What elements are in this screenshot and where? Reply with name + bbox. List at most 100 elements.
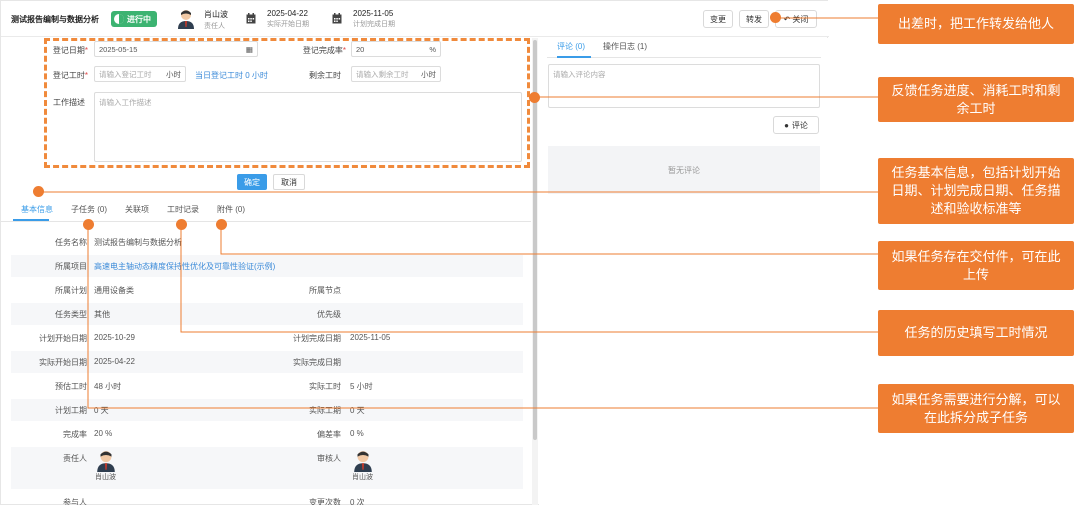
info-key: 计划完成日期 bbox=[293, 334, 341, 343]
right-pane: 评论 (0) 操作日志 (1) 请输入评论内容 ● 评论 暂无评论 bbox=[539, 38, 829, 505]
tab-active-indicator bbox=[557, 56, 591, 58]
owner-name: 肖山波 bbox=[204, 10, 228, 19]
info-key: 实际完成日期 bbox=[293, 358, 341, 367]
comment-input[interactable]: 请输入评论内容 bbox=[548, 64, 820, 108]
info-row: 完成率 20 % 偏差率 0 % bbox=[11, 423, 523, 445]
reg-date-label: 登记日期* bbox=[52, 46, 88, 55]
owner-person-name: 肖山波 bbox=[95, 474, 116, 481]
tab-subtasks[interactable]: 子任务 (0) bbox=[71, 204, 107, 215]
end-date-meta: 2025-11-05 计划完成日期 bbox=[353, 9, 395, 29]
info-key: 预估工时 bbox=[55, 382, 87, 391]
reviewer-person-name: 肖山波 bbox=[352, 474, 373, 481]
transfer-button[interactable]: 转发 bbox=[739, 10, 769, 28]
info-value: 2025-11-05 bbox=[350, 333, 391, 342]
remain-hours-field[interactable]: 请输入剩余工时 小时 bbox=[351, 66, 441, 82]
calendar-icon bbox=[332, 13, 342, 24]
status-toggle-icon bbox=[114, 14, 124, 24]
info-key: 计划工期 bbox=[55, 406, 87, 415]
info-key: 优先级 bbox=[317, 310, 341, 319]
right-tabs: 评论 (0) 操作日志 (1) bbox=[547, 38, 821, 58]
start-date-label: 实际开始日期 bbox=[267, 21, 309, 28]
callout-subtasks: 如果任务需要进行分解，可以在此拆分成子任务 bbox=[878, 384, 1074, 433]
remain-hours-placeholder: 请输入剩余工时 bbox=[356, 69, 409, 79]
left-scrollbar[interactable] bbox=[532, 38, 538, 505]
reg-hours-unit: 小时 bbox=[166, 69, 181, 79]
desc-label: 工作描述 bbox=[53, 98, 85, 107]
callout-dot bbox=[770, 12, 781, 23]
close-label: 关闭 bbox=[792, 14, 809, 24]
callout-basic-info: 任务基本信息，包括计划开始日期、计划完成日期、任务描述和验收标准等 bbox=[878, 158, 1074, 224]
reg-date-field[interactable]: 2025-05-15 ▦ bbox=[94, 41, 258, 57]
info-key: 完成率 bbox=[63, 430, 87, 439]
reg-hours-field[interactable]: 请输入登记工时 小时 bbox=[94, 66, 186, 82]
avatar bbox=[96, 451, 115, 472]
info-row: 实际开始日期 2025-04-22 实际完成日期 bbox=[11, 351, 523, 373]
reg-date-value: 2025-05-15 bbox=[99, 44, 138, 54]
info-row: 参与人 变更次数 0 次 bbox=[11, 491, 523, 505]
callout-time-records: 任务的历史填写工时情况 bbox=[878, 310, 1074, 356]
start-date: 2025-04-22 bbox=[267, 9, 308, 18]
tab-basic-info[interactable]: 基本信息 bbox=[21, 204, 53, 215]
callout-dot bbox=[216, 219, 227, 230]
project-link[interactable]: 高速电主轴动态精度保持性优化及可靠性验证(示例) bbox=[94, 261, 275, 272]
today-hours-text: 当日登记工时 0 小时 bbox=[195, 71, 268, 80]
info-row: 所属计划 通用设备类 所属节点 bbox=[11, 279, 523, 301]
remain-hours-label: 剩余工时 bbox=[309, 71, 341, 80]
reg-hours-placeholder: 请输入登记工时 bbox=[99, 69, 152, 79]
reg-rate-field[interactable]: 20 % bbox=[351, 41, 441, 57]
empty-comments: 暂无评论 bbox=[548, 146, 820, 194]
owner-meta: 肖山波 责任人 bbox=[204, 9, 228, 31]
owner-avatar bbox=[178, 10, 194, 29]
confirm-button[interactable]: 确定 bbox=[237, 174, 267, 190]
tab-comments[interactable]: 评论 (0) bbox=[557, 41, 585, 52]
info-value: 通用设备类 bbox=[94, 286, 134, 295]
info-key: 所属计划 bbox=[55, 286, 87, 295]
owner-person: 肖山波 bbox=[95, 450, 116, 482]
reg-hours-label: 登记工时* bbox=[52, 71, 88, 80]
status-label: 进行中 bbox=[127, 14, 151, 24]
end-date: 2025-11-05 bbox=[353, 9, 394, 18]
tab-time-records[interactable]: 工时记录 bbox=[167, 204, 199, 215]
reviewer-person: 肖山波 bbox=[352, 450, 373, 482]
reg-rate-value: 20 bbox=[356, 44, 365, 54]
end-date-label: 计划完成日期 bbox=[353, 21, 395, 28]
comment-button[interactable]: ● 评论 bbox=[773, 116, 819, 134]
close-icon: ↶ bbox=[783, 14, 791, 24]
task-detail-window: 测试报告编制与数据分析 进行中 肖山波 责任人 2025-04-22 实际开始日… bbox=[0, 0, 829, 505]
info-row: 计划开始日期 2025-10-29 计划完成日期 2025-11-05 bbox=[11, 327, 523, 349]
info-value: 2025-10-29 bbox=[94, 333, 135, 342]
info-value: 0 天 bbox=[350, 406, 365, 415]
close-button[interactable]: ↶ 关闭 bbox=[775, 10, 817, 28]
info-key: 实际工期 bbox=[309, 406, 341, 415]
info-value: 0 天 bbox=[94, 406, 109, 415]
status-badge: 进行中 bbox=[111, 11, 157, 27]
info-key: 审核人 bbox=[317, 454, 341, 463]
callout-dot bbox=[83, 219, 94, 230]
calendar-icon: ▦ bbox=[245, 44, 253, 54]
info-key: 任务名称 bbox=[55, 238, 87, 247]
info-value: 测试报告编制与数据分析 bbox=[94, 238, 182, 247]
info-row: 任务名称 测试报告编制与数据分析 bbox=[11, 231, 523, 253]
remain-hours-unit: 小时 bbox=[421, 69, 436, 79]
calendar-icon bbox=[246, 13, 256, 24]
callout-progress: 反馈任务进度、消耗工时和剩余工时 bbox=[878, 77, 1074, 122]
info-key: 实际工时 bbox=[309, 382, 341, 391]
desc-textarea[interactable]: 请输入工作描述 bbox=[94, 92, 522, 162]
tab-operation-log[interactable]: 操作日志 (1) bbox=[603, 41, 647, 52]
tab-attachments[interactable]: 附件 (0) bbox=[217, 204, 245, 215]
tab-related[interactable]: 关联项 bbox=[125, 204, 149, 215]
cancel-button[interactable]: 取消 bbox=[273, 174, 305, 190]
change-button[interactable]: 变更 bbox=[703, 10, 733, 28]
info-key: 所属项目 bbox=[55, 262, 87, 271]
reg-rate-unit: % bbox=[429, 44, 436, 54]
info-key: 参与人 bbox=[63, 498, 87, 505]
left-pane: 登记日期* 2025-05-15 ▦ 登记完成率* 20 % 登记工时* 请输入… bbox=[1, 38, 531, 505]
info-value: 其他 bbox=[94, 310, 110, 319]
callout-dot bbox=[529, 92, 540, 103]
task-header: 测试报告编制与数据分析 进行中 肖山波 责任人 2025-04-22 实际开始日… bbox=[1, 1, 829, 37]
info-key: 所属节点 bbox=[309, 286, 341, 295]
tab-active-indicator bbox=[13, 219, 49, 221]
task-title: 测试报告编制与数据分析 bbox=[11, 15, 99, 24]
comment-button-label: 评论 bbox=[791, 120, 808, 130]
info-row: 所属项目 高速电主轴动态精度保持性优化及可靠性验证(示例) bbox=[11, 255, 523, 277]
